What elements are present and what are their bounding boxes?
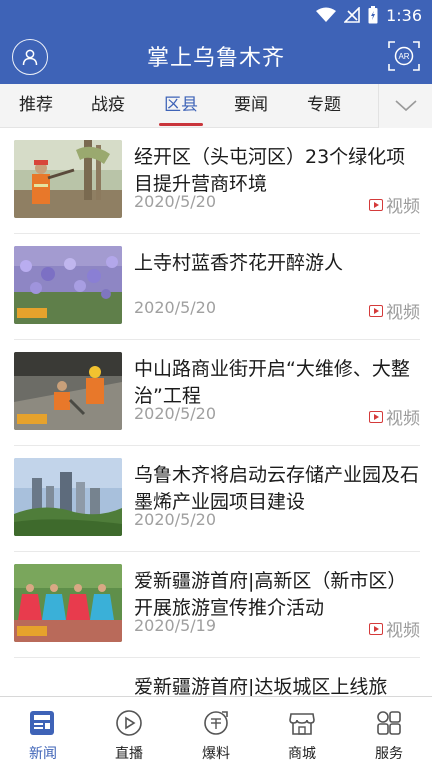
news-title[interactable]: 爱新疆游首府|达坂城区上线旅 [134,674,422,696]
news-item[interactable]: 乌鲁木齐将启动云存储产业园及石墨烯产业园项目建设 2020/5/20 [0,446,432,552]
video-tag-label: 视频 [386,197,420,217]
news-item[interactable]: 经开区（头屯河区）23个绿化项目提升营商环境 2020/5/20 视频 [0,128,432,234]
video-tag-label: 视频 [386,303,420,323]
news-item[interactable]: 中山路商业街开启“大维修、大整治”工程 2020/5/20 视频 [0,340,432,446]
more-tabs-button[interactable] [378,84,432,128]
ar-scan-button[interactable]: AR [388,39,420,73]
news-title[interactable]: 上寺村蓝香芥花开醉游人 [134,250,422,277]
nav-label: 新闻 [29,746,57,762]
bottom-navigation: 新闻 直播 爆料 商城 服务 [0,696,432,768]
tab-epidemic[interactable]: 战疫 [78,84,138,128]
news-item[interactable]: 爱新疆游首府|高新区（新市区）开展旅游宣传推介活动 2020/5/19 视频 [0,552,432,658]
news-thumbnail [14,140,122,218]
nav-shop[interactable]: 商城 [259,697,345,769]
category-tabs: 推荐 战疫 区县 要闻 专题 [0,84,432,128]
news-date: 2020/5/20 [134,404,217,423]
news-title[interactable]: 经开区（头屯河区）23个绿化项目提升营商环境 [134,144,422,198]
video-icon [369,198,383,211]
news-feed[interactable]: 经开区（头屯河区）23个绿化项目提升营商环境 2020/5/20 视频 上寺村蓝… [0,128,432,696]
video-icon [369,622,383,635]
news-item[interactable]: 爱新疆游首府|达坂城区上线旅 [0,658,432,696]
nav-services[interactable]: 服务 [346,697,432,769]
video-icon [369,410,383,423]
nav-label: 爆料 [202,746,230,762]
news-thumbnail [14,670,122,696]
news-thumbnail [14,352,122,430]
video-tag-label: 视频 [386,409,420,429]
nav-news[interactable]: 新闻 [0,697,86,769]
status-bar: 1:36 [0,0,432,30]
page-title: 掌上乌鲁木齐 [146,46,285,71]
news-thumbnail [14,246,122,324]
nav-label: 商城 [288,746,316,762]
video-tag: 视频 [369,192,420,217]
news-title[interactable]: 乌鲁木齐将启动云存储产业园及石墨烯产业园项目建设 [134,462,422,516]
tab-topics[interactable]: 专题 [294,84,354,128]
status-icons: 1:36 [316,5,422,25]
news-date: 2020/5/20 [134,298,217,317]
play-icon [113,707,145,739]
tab-recommend[interactable]: 推荐 [6,84,66,128]
nav-tips[interactable]: 爆料 [173,697,259,769]
news-item[interactable]: 上寺村蓝香芥花开醉游人 2020/5/20 视频 [0,234,432,340]
video-icon [369,304,383,317]
news-title[interactable]: 爱新疆游首府|高新区（新市区）开展旅游宣传推介活动 [134,568,422,622]
news-date: 2020/5/20 [134,510,217,529]
video-tag: 视频 [369,404,420,429]
video-tag: 视频 [369,298,420,323]
news-icon [27,707,59,739]
shop-icon [286,707,318,739]
tip-icon [200,707,232,739]
ar-scan-icon: AR [388,41,420,71]
chevron-down-icon [394,100,417,112]
news-date: 2020/5/20 [134,192,217,211]
ar-label: AR [398,52,409,61]
nav-label: 直播 [115,746,143,762]
video-tag-label: 视频 [386,621,420,641]
news-thumbnail [14,564,122,642]
nav-live[interactable]: 直播 [86,697,172,769]
news-title[interactable]: 中山路商业街开启“大维修、大整治”工程 [134,356,422,410]
news-date: 2020/5/19 [134,616,217,635]
nav-label: 服务 [375,746,403,762]
app-header: 掌上乌鲁木齐 AR [0,30,432,84]
video-tag: 视频 [369,616,420,641]
services-icon [373,707,405,739]
tab-districts[interactable]: 区县 [151,84,211,128]
signal-icon [344,7,360,23]
battery-icon [368,6,378,24]
status-time: 1:36 [386,5,422,25]
news-thumbnail [14,458,122,536]
tab-headlines[interactable]: 要闻 [221,84,281,128]
wifi-icon [316,7,337,22]
